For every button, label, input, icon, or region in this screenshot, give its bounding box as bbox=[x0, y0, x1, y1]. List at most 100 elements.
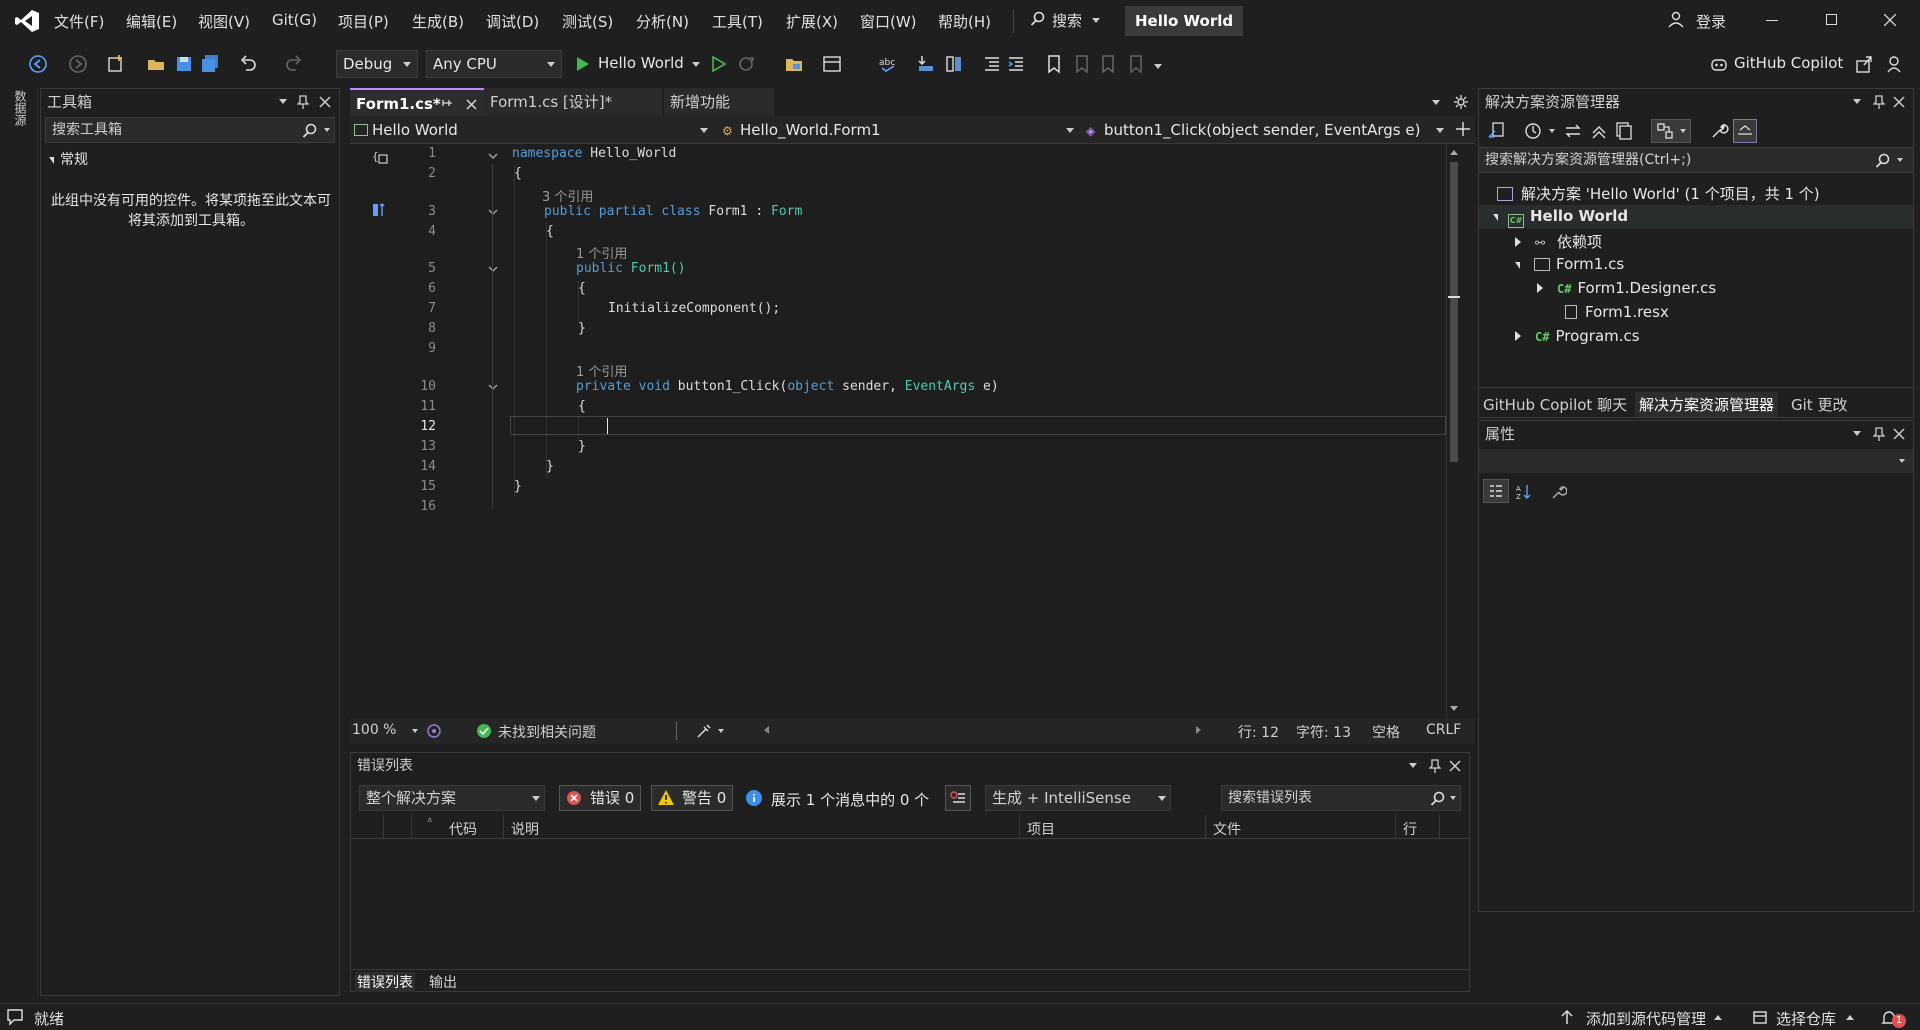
pin-icon[interactable] bbox=[442, 98, 452, 110]
menu-build[interactable]: 生成(B) bbox=[412, 11, 464, 32]
output-window-icon[interactable] bbox=[6, 1008, 24, 1026]
pin-icon[interactable] bbox=[1873, 95, 1885, 109]
errors-filter-toggle[interactable]: 错误 0 bbox=[559, 785, 641, 811]
quick-actions-icon[interactable]: { bbox=[372, 148, 390, 166]
solution-folder-icon[interactable] bbox=[784, 54, 804, 74]
close-icon[interactable] bbox=[1893, 96, 1905, 108]
menu-view[interactable]: 视图(V) bbox=[198, 11, 250, 32]
chevron-down-icon[interactable] bbox=[1853, 99, 1861, 104]
platform-select[interactable]: Any CPU bbox=[426, 50, 562, 78]
close-icon[interactable] bbox=[1893, 428, 1905, 440]
column-header-project[interactable]: 项目 bbox=[1027, 819, 1055, 839]
column-header-code[interactable]: 代码 bbox=[449, 819, 477, 839]
next-bookmark-icon[interactable] bbox=[1098, 54, 1118, 74]
open-folder-icon[interactable] bbox=[146, 54, 166, 74]
pending-changes-icon[interactable] bbox=[1523, 121, 1543, 141]
codelens-references[interactable]: 1 个引用 bbox=[576, 243, 627, 262]
restore-button[interactable] bbox=[1826, 14, 1837, 25]
error-scope-select[interactable]: 整个解决方案 bbox=[359, 785, 545, 811]
scroll-up-icon[interactable] bbox=[1450, 150, 1458, 155]
minimize-button[interactable] bbox=[1766, 20, 1778, 21]
save-all-icon[interactable] bbox=[200, 54, 220, 74]
scroll-left-icon[interactable] bbox=[764, 726, 769, 734]
warnings-filter-toggle[interactable]: 警告 0 bbox=[651, 785, 733, 811]
tab-form1-cs[interactable]: Form1.cs* bbox=[350, 88, 488, 116]
tab-list-dropdown-icon[interactable] bbox=[1432, 100, 1440, 105]
menu-window[interactable]: 窗口(W) bbox=[860, 11, 917, 32]
tree-dependencies[interactable]: ⚯ 依赖项 bbox=[1515, 231, 1602, 252]
collapse-all-icon[interactable] bbox=[1589, 121, 1609, 141]
copilot-status-icon[interactable] bbox=[426, 723, 442, 739]
close-icon[interactable] bbox=[319, 96, 331, 108]
code-cleanup-icon[interactable] bbox=[696, 723, 712, 739]
forward-icon[interactable] bbox=[68, 54, 88, 74]
previous-bookmark-icon[interactable] bbox=[1072, 54, 1092, 74]
pin-icon[interactable] bbox=[1429, 759, 1441, 773]
hot-reload-icon[interactable] bbox=[736, 54, 756, 74]
filter-toggle[interactable] bbox=[1651, 119, 1691, 143]
line-ending[interactable]: CRLF bbox=[1426, 722, 1461, 738]
step-into-icon[interactable] bbox=[916, 54, 936, 74]
search-button[interactable]: 搜索 bbox=[1030, 8, 1100, 32]
collapsed-arrow-icon[interactable] bbox=[1537, 283, 1543, 293]
save-icon[interactable] bbox=[174, 54, 194, 74]
tab-solution-explorer[interactable]: 解决方案资源管理器 bbox=[1635, 392, 1779, 417]
gear-icon[interactable] bbox=[1454, 95, 1468, 109]
new-project-icon[interactable] bbox=[106, 54, 126, 74]
filter-button[interactable] bbox=[945, 785, 971, 811]
zoom-level[interactable]: 100 % bbox=[352, 722, 396, 738]
object-selector[interactable] bbox=[1479, 449, 1913, 473]
share-icon[interactable] bbox=[1854, 54, 1874, 74]
class-dropdown[interactable]: ⚙ Hello_World.Form1 bbox=[722, 118, 1084, 142]
chevron-down-icon[interactable] bbox=[279, 99, 287, 104]
column-header-description[interactable]: 说明 bbox=[511, 819, 539, 839]
notifications-button[interactable]: 1 bbox=[1880, 1006, 1910, 1030]
chevron-down-icon[interactable] bbox=[412, 729, 418, 733]
tab-whats-new[interactable]: 新增功能 bbox=[664, 88, 774, 116]
menu-analyze[interactable]: 分析(N) bbox=[636, 11, 689, 32]
fold-toggle-icon[interactable] bbox=[487, 150, 499, 162]
close-icon[interactable] bbox=[1449, 760, 1461, 772]
undo-icon[interactable] bbox=[238, 54, 258, 74]
tab-copilot-chat[interactable]: GitHub Copilot 聊天 bbox=[1483, 394, 1627, 415]
show-all-files-icon[interactable] bbox=[1613, 121, 1633, 141]
layout-icon[interactable] bbox=[822, 54, 842, 74]
pin-icon[interactable] bbox=[1873, 427, 1885, 441]
build-source-select[interactable]: 生成 + IntelliSense bbox=[985, 785, 1171, 811]
column-header-file[interactable]: 文件 bbox=[1213, 819, 1241, 839]
menu-debug[interactable]: 调试(D) bbox=[486, 11, 539, 32]
tab-form1-designer[interactable]: Form1.cs [设计]* bbox=[484, 88, 662, 116]
codelens-references[interactable]: 3 个引用 bbox=[542, 186, 593, 205]
outdent-icon[interactable] bbox=[982, 54, 1002, 74]
vertical-scrollbar[interactable] bbox=[1446, 144, 1460, 718]
back-icon[interactable] bbox=[28, 54, 48, 74]
menu-edit[interactable]: 编辑(E) bbox=[126, 11, 177, 32]
expand-arrow-icon[interactable] bbox=[1515, 262, 1520, 269]
switch-views-icon[interactable] bbox=[1487, 121, 1507, 141]
tree-form1-designer[interactable]: C# Form1.Designer.cs bbox=[1537, 279, 1716, 297]
cursor-line[interactable]: 行: 12 bbox=[1238, 722, 1279, 742]
account-icon[interactable] bbox=[1668, 11, 1686, 29]
tab-output[interactable]: 输出 bbox=[429, 972, 457, 992]
menu-project[interactable]: 项目(P) bbox=[338, 11, 389, 32]
property-pages-icon[interactable] bbox=[1549, 483, 1567, 501]
close-tab-icon[interactable] bbox=[466, 99, 477, 110]
codelens-class-icon[interactable] bbox=[372, 202, 388, 220]
messages-count[interactable]: 展示 1 个消息中的 0 个 bbox=[771, 789, 929, 810]
code-editor[interactable]: { 1 2 3 4 5 6 7 8 9 10 11 12 13 14 15 16… bbox=[350, 144, 1460, 718]
add-to-source-control-button[interactable]: 添加到源代码管理 bbox=[1560, 1006, 1726, 1030]
feedback-icon[interactable] bbox=[1886, 54, 1906, 74]
tab-error-list[interactable]: 错误列表 bbox=[355, 972, 415, 992]
sync-icon[interactable] bbox=[1563, 121, 1583, 141]
tree-project[interactable]: C# Hello World bbox=[1493, 207, 1628, 228]
start-without-debugging-icon[interactable] bbox=[708, 54, 728, 74]
member-dropdown[interactable]: ◈ button1_Click(object sender, EventArgs … bbox=[1086, 118, 1452, 142]
compare-icon[interactable] bbox=[944, 54, 964, 74]
clear-bookmarks-icon[interactable] bbox=[1126, 54, 1146, 74]
tree-solution[interactable]: 解决方案 'Hello World' (1 个项目，共 1 个) bbox=[1497, 183, 1820, 204]
menu-git[interactable]: Git(G) bbox=[272, 11, 317, 29]
scroll-right-icon[interactable] bbox=[1196, 726, 1201, 734]
menu-extensions[interactable]: 扩展(X) bbox=[786, 11, 838, 32]
configuration-select[interactable]: Debug bbox=[336, 50, 418, 78]
solution-search-input[interactable]: 搜索解决方案资源管理器(Ctrl+;) bbox=[1479, 147, 1913, 173]
